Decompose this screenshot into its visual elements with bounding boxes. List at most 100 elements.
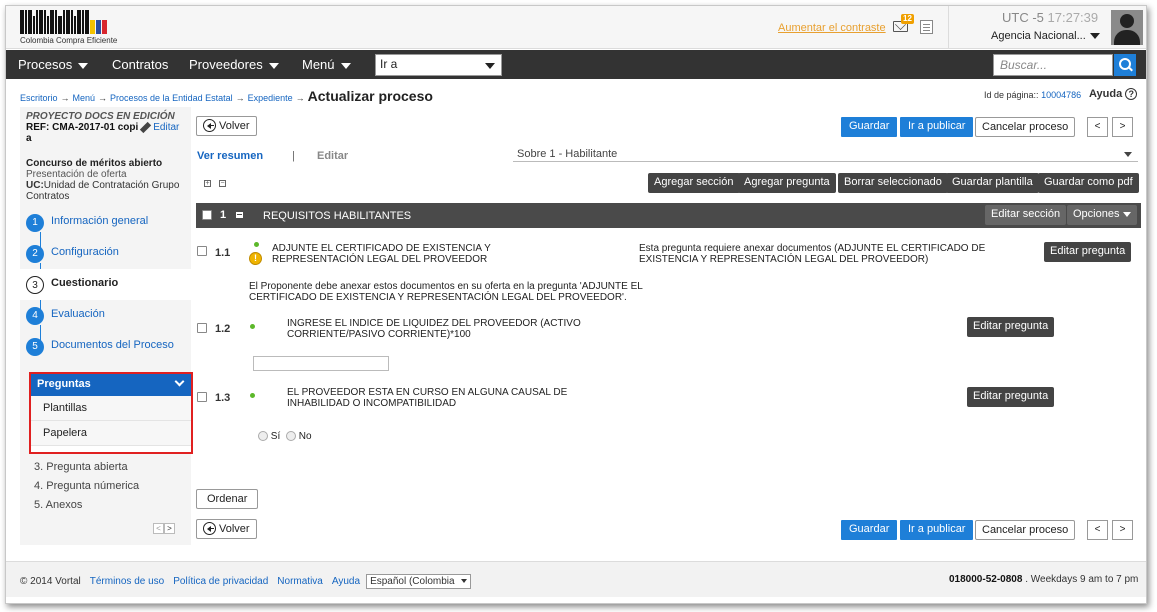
search-icon[interactable]	[1114, 54, 1136, 76]
agregar-pregunta-button[interactable]: Agregar pregunta	[738, 173, 836, 193]
copyright: © 2014 Vortal	[20, 576, 81, 587]
radio-no[interactable]	[286, 431, 297, 442]
next-button[interactable]: >	[1112, 117, 1133, 137]
project-status: PROYECTO DOCS EN EDICIÓN	[26, 111, 175, 122]
question-number: 1.1	[215, 247, 231, 259]
editar-seccion-button[interactable]: Editar sección	[985, 205, 1067, 225]
prev-button-bottom[interactable]: <	[1087, 520, 1108, 540]
cancelar-proceso-button[interactable]: Cancelar proceso	[975, 117, 1076, 137]
pager-next[interactable]: >	[164, 523, 175, 534]
ira-select[interactable]: Ir a	[375, 54, 502, 76]
question-note: El Proponente debe anexar estos document…	[249, 281, 643, 303]
page-title: Actualizar proceso	[307, 88, 433, 104]
ordenar-button[interactable]: Ordenar	[196, 489, 259, 509]
agency-selector[interactable]: Agencia Nacional...	[991, 30, 1100, 42]
yes-no-radio-group: Sí No	[258, 431, 312, 442]
project-type: Concurso de méritos abierto	[26, 158, 163, 169]
question-type-abierta[interactable]: 3. Pregunta abierta	[34, 461, 128, 473]
question-checkbox[interactable]	[197, 323, 207, 333]
nav-procesos-label: Procesos	[18, 57, 73, 72]
question-checkbox[interactable]	[197, 392, 207, 402]
arrow-right-icon: →	[295, 93, 305, 103]
step-cuestionario[interactable]: 3 Cuestionario	[20, 269, 191, 300]
opciones-button[interactable]: Opciones	[1067, 205, 1138, 225]
step-evaluacion[interactable]: 4 Evaluación	[20, 300, 191, 331]
preguntas-header[interactable]: Preguntas	[31, 374, 191, 396]
step-label: Cuestionario	[51, 277, 119, 289]
question-number: 1.3	[215, 392, 231, 404]
guardar-plantilla-button[interactable]: Guardar plantilla	[946, 173, 1039, 193]
nav-proveedores[interactable]: Proveedores	[189, 57, 279, 72]
avatar[interactable]	[1111, 10, 1143, 45]
section-title: REQUISITOS HABILITANTES	[263, 210, 412, 222]
nav-procesos[interactable]: Procesos	[18, 57, 89, 72]
prev-button[interactable]: <	[1087, 117, 1108, 137]
volver-button-bottom[interactable]: Volver	[196, 519, 257, 539]
pencil-icon[interactable]	[140, 121, 152, 134]
project-uc: UC:Unidad de Contratación Grupo Contrato…	[26, 180, 187, 202]
radio-si[interactable]	[258, 431, 268, 442]
step-informacion-general[interactable]: 1 Información general	[20, 207, 191, 238]
editar-pregunta-button[interactable]: Editar pregunta	[967, 317, 1055, 337]
breadcrumb-expediente[interactable]: Expediente	[248, 93, 293, 103]
document-icon[interactable]	[920, 20, 933, 34]
search-input[interactable]: Buscar...	[993, 54, 1113, 76]
tab-editar[interactable]: Editar	[317, 150, 348, 162]
breadcrumb-menu[interactable]: Menú	[73, 93, 96, 103]
logo[interactable]: Colombia Compra Eficiente	[20, 10, 126, 45]
status-dot-icon	[254, 242, 259, 247]
chevron-down-icon	[340, 62, 351, 69]
footer-link-ayuda[interactable]: Ayuda	[332, 576, 360, 587]
footer-link-normativa[interactable]: Normativa	[277, 576, 323, 587]
project-ref-text: REF: CMA-2017-01 copi	[26, 122, 139, 133]
help-link[interactable]: Ayuda?	[1089, 88, 1138, 101]
guardar-button-bottom[interactable]: Guardar	[841, 520, 898, 540]
contrast-link[interactable]: Aumentar el contraste	[778, 22, 886, 34]
sobre-value: Sobre 1 - Habilitante	[517, 148, 618, 160]
nav-menu[interactable]: Menú	[302, 57, 351, 72]
project-phase: Presentación de oferta	[26, 169, 127, 180]
guardar-button[interactable]: Guardar	[841, 117, 898, 137]
step-documentos[interactable]: 5 Documentos del Proceso	[20, 331, 191, 362]
next-button-bottom[interactable]: >	[1112, 520, 1133, 540]
preguntas-dropdown: Preguntas Plantillas Papelera	[29, 372, 193, 454]
collapse-icon[interactable]	[236, 212, 243, 218]
help-icon: ?	[1125, 88, 1138, 101]
breadcrumb-escritorio[interactable]: Escritorio	[20, 93, 58, 103]
cancelar-proceso-button-bottom[interactable]: Cancelar proceso	[975, 520, 1076, 540]
expand-all-icon[interactable]: +	[204, 180, 211, 187]
ir-publicar-button-bottom[interactable]: Ir a publicar	[900, 520, 974, 540]
step-label: Configuración	[51, 246, 119, 258]
question-type-anexos[interactable]: 5. Anexos	[34, 499, 82, 511]
steps-list: 1 Información general 2 Configuración 3 Cue…	[20, 207, 191, 362]
volver-button[interactable]: Volver	[196, 116, 257, 136]
arrow-right-icon: →	[98, 93, 108, 103]
tab-ver-resumen[interactable]: Ver resumen	[197, 150, 263, 162]
guardar-pdf-button[interactable]: Guardar como pdf	[1038, 173, 1139, 193]
ir-publicar-button[interactable]: Ir a publicar	[900, 117, 974, 137]
pager-prev[interactable]: <	[153, 523, 164, 534]
preguntas-item-papelera[interactable]: Papelera	[31, 421, 191, 446]
sobre-select[interactable]: Sobre 1 - Habilitante	[513, 148, 1138, 162]
question-type-numerica[interactable]: 4. Pregunta númerica	[34, 480, 139, 492]
section-checkbox[interactable]	[202, 210, 212, 220]
collapse-all-icon[interactable]: −	[219, 180, 226, 187]
edit-ref-link[interactable]: Editar	[153, 122, 179, 133]
editar-pregunta-button[interactable]: Editar pregunta	[967, 387, 1055, 407]
preguntas-item-plantillas[interactable]: Plantillas	[31, 396, 191, 421]
borrar-seleccionado-button[interactable]: Borrar seleccionado	[838, 173, 948, 193]
editar-pregunta-button[interactable]: Editar pregunta	[1044, 242, 1132, 262]
step-configuracion[interactable]: 2 Configuración	[20, 238, 191, 269]
question-checkbox[interactable]	[197, 246, 207, 256]
breadcrumb-procesos[interactable]: Procesos de la Entidad Estatal	[110, 93, 233, 103]
footer-link-terminos[interactable]: Términos de uso	[90, 576, 164, 587]
agregar-seccion-button[interactable]: Agregar sección	[648, 173, 740, 193]
language-select[interactable]: Español (Colombia	[366, 574, 471, 589]
nav-contratos[interactable]: Contratos	[112, 57, 168, 72]
footer-link-privacidad[interactable]: Política de privacidad	[173, 576, 268, 587]
arrow-right-icon: →	[235, 93, 245, 103]
status-dot-icon	[250, 393, 255, 398]
liquidez-input[interactable]	[253, 356, 389, 371]
nav-menu-label: Menú	[302, 57, 335, 72]
question-text: ADJUNTE EL CERTIFICADO DE EXISTENCIA Y R…	[272, 243, 491, 265]
